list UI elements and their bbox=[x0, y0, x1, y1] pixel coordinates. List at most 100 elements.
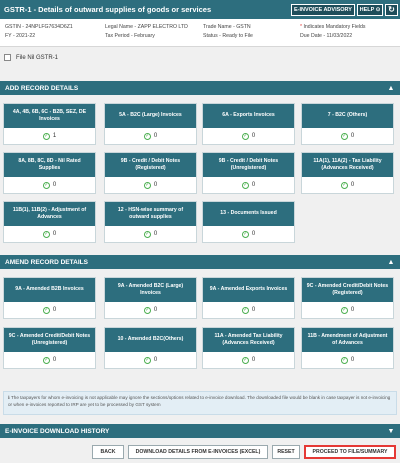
check-circle-icon: ✓ bbox=[143, 306, 151, 314]
record-count: 0 bbox=[52, 182, 57, 188]
record-count: 0 bbox=[251, 133, 256, 139]
record-count: 1 bbox=[52, 133, 57, 139]
record-tile[interactable]: 10 - Amended B2C(Others) ✓ 0 bbox=[104, 327, 197, 369]
record-count: 0 bbox=[153, 231, 158, 237]
record-tile-title: 6A - Exports Invoices bbox=[203, 104, 294, 128]
record-tile-status: ✓ 0 bbox=[203, 177, 294, 193]
record-tile-status: ✓ 0 bbox=[105, 352, 196, 368]
record-count: 0 bbox=[350, 357, 355, 363]
record-tile-title: 5A - B2C (Large) Invoices bbox=[105, 104, 196, 128]
record-count: 0 bbox=[251, 231, 256, 237]
record-tile[interactable]: 11A(1), 11A(2) - Tax Liability (Advances… bbox=[301, 152, 394, 194]
record-tile[interactable]: 11A - Amended Tax Liability (Advances Re… bbox=[202, 327, 295, 369]
record-tile-status: ✓ 0 bbox=[4, 352, 95, 368]
record-tile-title: 12 - HSN-wise summary of outward supplie… bbox=[105, 202, 196, 226]
record-tile[interactable]: 9A - Amended Exports Invoices ✓ 0 bbox=[202, 277, 295, 319]
check-circle-icon: ✓ bbox=[143, 132, 151, 140]
record-tile-title: 9C - Amended Credit/Debit Notes (Unregis… bbox=[4, 328, 95, 352]
check-circle-icon: ✓ bbox=[143, 230, 151, 238]
reset-button[interactable]: RESET bbox=[272, 445, 300, 459]
record-tile-status: ✓ 0 bbox=[203, 226, 294, 242]
amend-record-section-header[interactable]: AMEND RECORD DETAILS ▲ bbox=[0, 255, 400, 269]
record-tile-status: ✓ 0 bbox=[203, 128, 294, 144]
record-count: 0 bbox=[251, 357, 256, 363]
record-tile-status: ✓ 1 bbox=[4, 128, 95, 144]
file-nil-label: File Nil GSTR-1 bbox=[16, 54, 59, 61]
record-count: 0 bbox=[350, 133, 355, 139]
record-tile-status: ✓ 0 bbox=[4, 302, 95, 318]
status-text: Status - Ready to File bbox=[203, 33, 253, 39]
return-info: GSTIN - 24NPLFG7634D6Z1 FY - 2021-22 Leg… bbox=[0, 19, 400, 47]
record-count: 0 bbox=[350, 182, 355, 188]
record-tile-status: ✓ 0 bbox=[105, 177, 196, 193]
einvoice-history-section-header[interactable]: E-INVOICE DOWNLOAD HISTORY ▼ bbox=[0, 424, 400, 438]
download-einvoices-button[interactable]: DOWNLOAD DETAILS FROM E-INVOICES (EXCEL) bbox=[128, 445, 268, 459]
record-tile-status: ✓ 0 bbox=[302, 128, 393, 144]
record-tile[interactable]: 4A, 4B, 6B, 6C - B2B, SEZ, DE Invoices ✓ 1 bbox=[3, 103, 96, 145]
record-tile-title: 9B - Credit / Debit Notes (Registered) bbox=[105, 153, 196, 177]
record-tile-title: 11B(1), 11B(2) - Adjustment of Advances bbox=[4, 202, 95, 226]
record-tile-title: 13 - Documents Issued bbox=[203, 202, 294, 226]
check-circle-icon: ✓ bbox=[42, 306, 50, 314]
check-circle-icon: ✓ bbox=[340, 356, 348, 364]
record-tile-title: 11A(1), 11A(2) - Tax Liability (Advances… bbox=[302, 153, 393, 177]
record-tile-title: 9C - Amended Credit/Debit Notes (Registe… bbox=[302, 278, 393, 302]
record-tile[interactable]: 8A, 8B, 8C, 8D - Nil Rated Supplies ✓ 0 bbox=[3, 152, 96, 194]
record-tile-status: ✓ 0 bbox=[302, 352, 393, 368]
check-circle-icon: ✓ bbox=[241, 132, 249, 140]
record-count: 0 bbox=[153, 182, 158, 188]
record-tile[interactable]: 6A - Exports Invoices ✓ 0 bbox=[202, 103, 295, 145]
tax-period-text: Tax Period - February bbox=[105, 33, 155, 39]
record-tile-status: ✓ 0 bbox=[4, 177, 95, 193]
record-tile[interactable]: 9A - Amended B2C (Large) Invoices ✓ 0 bbox=[104, 277, 197, 319]
record-tile[interactable]: 13 - Documents Issued ✓ 0 bbox=[202, 201, 295, 243]
record-tile-title: 10 - Amended B2C(Others) bbox=[105, 328, 196, 352]
check-circle-icon: ✓ bbox=[42, 230, 50, 238]
einvoice-advisory-button[interactable]: E-INVOICE ADVISORY bbox=[291, 3, 355, 16]
record-tile[interactable]: 9B - Credit / Debit Notes (Registered) ✓ 0 bbox=[104, 152, 197, 194]
check-circle-icon: ✓ bbox=[42, 181, 50, 189]
record-count: 0 bbox=[153, 357, 158, 363]
check-circle-icon: ✓ bbox=[143, 181, 151, 189]
record-tile-status: ✓ 0 bbox=[105, 226, 196, 242]
chevron-up-icon[interactable]: ▲ bbox=[386, 257, 396, 267]
amend-record-section-title: AMEND RECORD DETAILS bbox=[5, 258, 88, 266]
help-button[interactable]: HELP ⊙ bbox=[357, 3, 383, 16]
back-button[interactable]: BACK bbox=[92, 445, 124, 459]
proceed-to-file-button[interactable]: PROCEED TO FILE/SUMMARY bbox=[304, 445, 396, 459]
record-tile-status: ✓ 0 bbox=[302, 302, 393, 318]
file-nil-checkbox[interactable] bbox=[4, 54, 11, 61]
record-count: 0 bbox=[52, 357, 57, 363]
record-tile[interactable]: 12 - HSN-wise summary of outward supplie… bbox=[104, 201, 197, 243]
file-nil-toggle[interactable]: File Nil GSTR-1 bbox=[4, 54, 58, 61]
add-record-section-header[interactable]: ADD RECORD DETAILS ▲ bbox=[0, 81, 400, 95]
page-header: GSTR-1 - Details of outward supplies of … bbox=[0, 0, 400, 19]
record-tile-title: 7 - B2C (Others) bbox=[302, 104, 393, 128]
record-tile-status: ✓ 0 bbox=[105, 128, 196, 144]
record-tile-title: 9A - Amended B2B Invoices bbox=[4, 278, 95, 302]
check-circle-icon: ✓ bbox=[241, 230, 249, 238]
record-tile-title: 8A, 8B, 8C, 8D - Nil Rated Supplies bbox=[4, 153, 95, 177]
legal-name-text: Legal Name - ZAPP ELECTRO LTD bbox=[105, 24, 188, 30]
record-tile-title: 4A, 4B, 6B, 6C - B2B, SEZ, DE Invoices bbox=[4, 104, 95, 128]
record-tile[interactable]: 9A - Amended B2B Invoices ✓ 0 bbox=[3, 277, 96, 319]
fy-text: FY - 2021-22 bbox=[5, 33, 36, 39]
record-tile[interactable]: 7 - B2C (Others) ✓ 0 bbox=[301, 103, 394, 145]
einvoice-note-text: The taxpayers for whom e-invoicing is no… bbox=[8, 395, 391, 407]
record-tile-title: 11B - Amendment of Adjustment of Advance… bbox=[302, 328, 393, 352]
refresh-icon[interactable]: ↻ bbox=[385, 3, 398, 16]
record-tile-status: ✓ 0 bbox=[105, 302, 196, 318]
record-tile[interactable]: 5A - B2C (Large) Invoices ✓ 0 bbox=[104, 103, 197, 145]
record-tile[interactable]: 11B - Amendment of Adjustment of Advance… bbox=[301, 327, 394, 369]
chevron-down-icon[interactable]: ▼ bbox=[386, 426, 396, 436]
record-tile[interactable]: 9C - Amended Credit/Debit Notes (Unregis… bbox=[3, 327, 96, 369]
record-tile[interactable]: 11B(1), 11B(2) - Adjustment of Advances ✓… bbox=[3, 201, 96, 243]
chevron-up-icon[interactable]: ▲ bbox=[386, 83, 396, 93]
mandatory-note: * Indicates Mandatory Fields bbox=[300, 24, 366, 30]
check-circle-icon: ✓ bbox=[340, 132, 348, 140]
einvoice-history-title: E-INVOICE DOWNLOAD HISTORY bbox=[5, 427, 110, 435]
check-circle-icon: ✓ bbox=[241, 306, 249, 314]
record-tile[interactable]: 9C - Amended Credit/Debit Notes (Registe… bbox=[301, 277, 394, 319]
record-tile-status: ✓ 0 bbox=[203, 302, 294, 318]
record-tile[interactable]: 9B - Credit / Debit Notes (Unregistered)… bbox=[202, 152, 295, 194]
